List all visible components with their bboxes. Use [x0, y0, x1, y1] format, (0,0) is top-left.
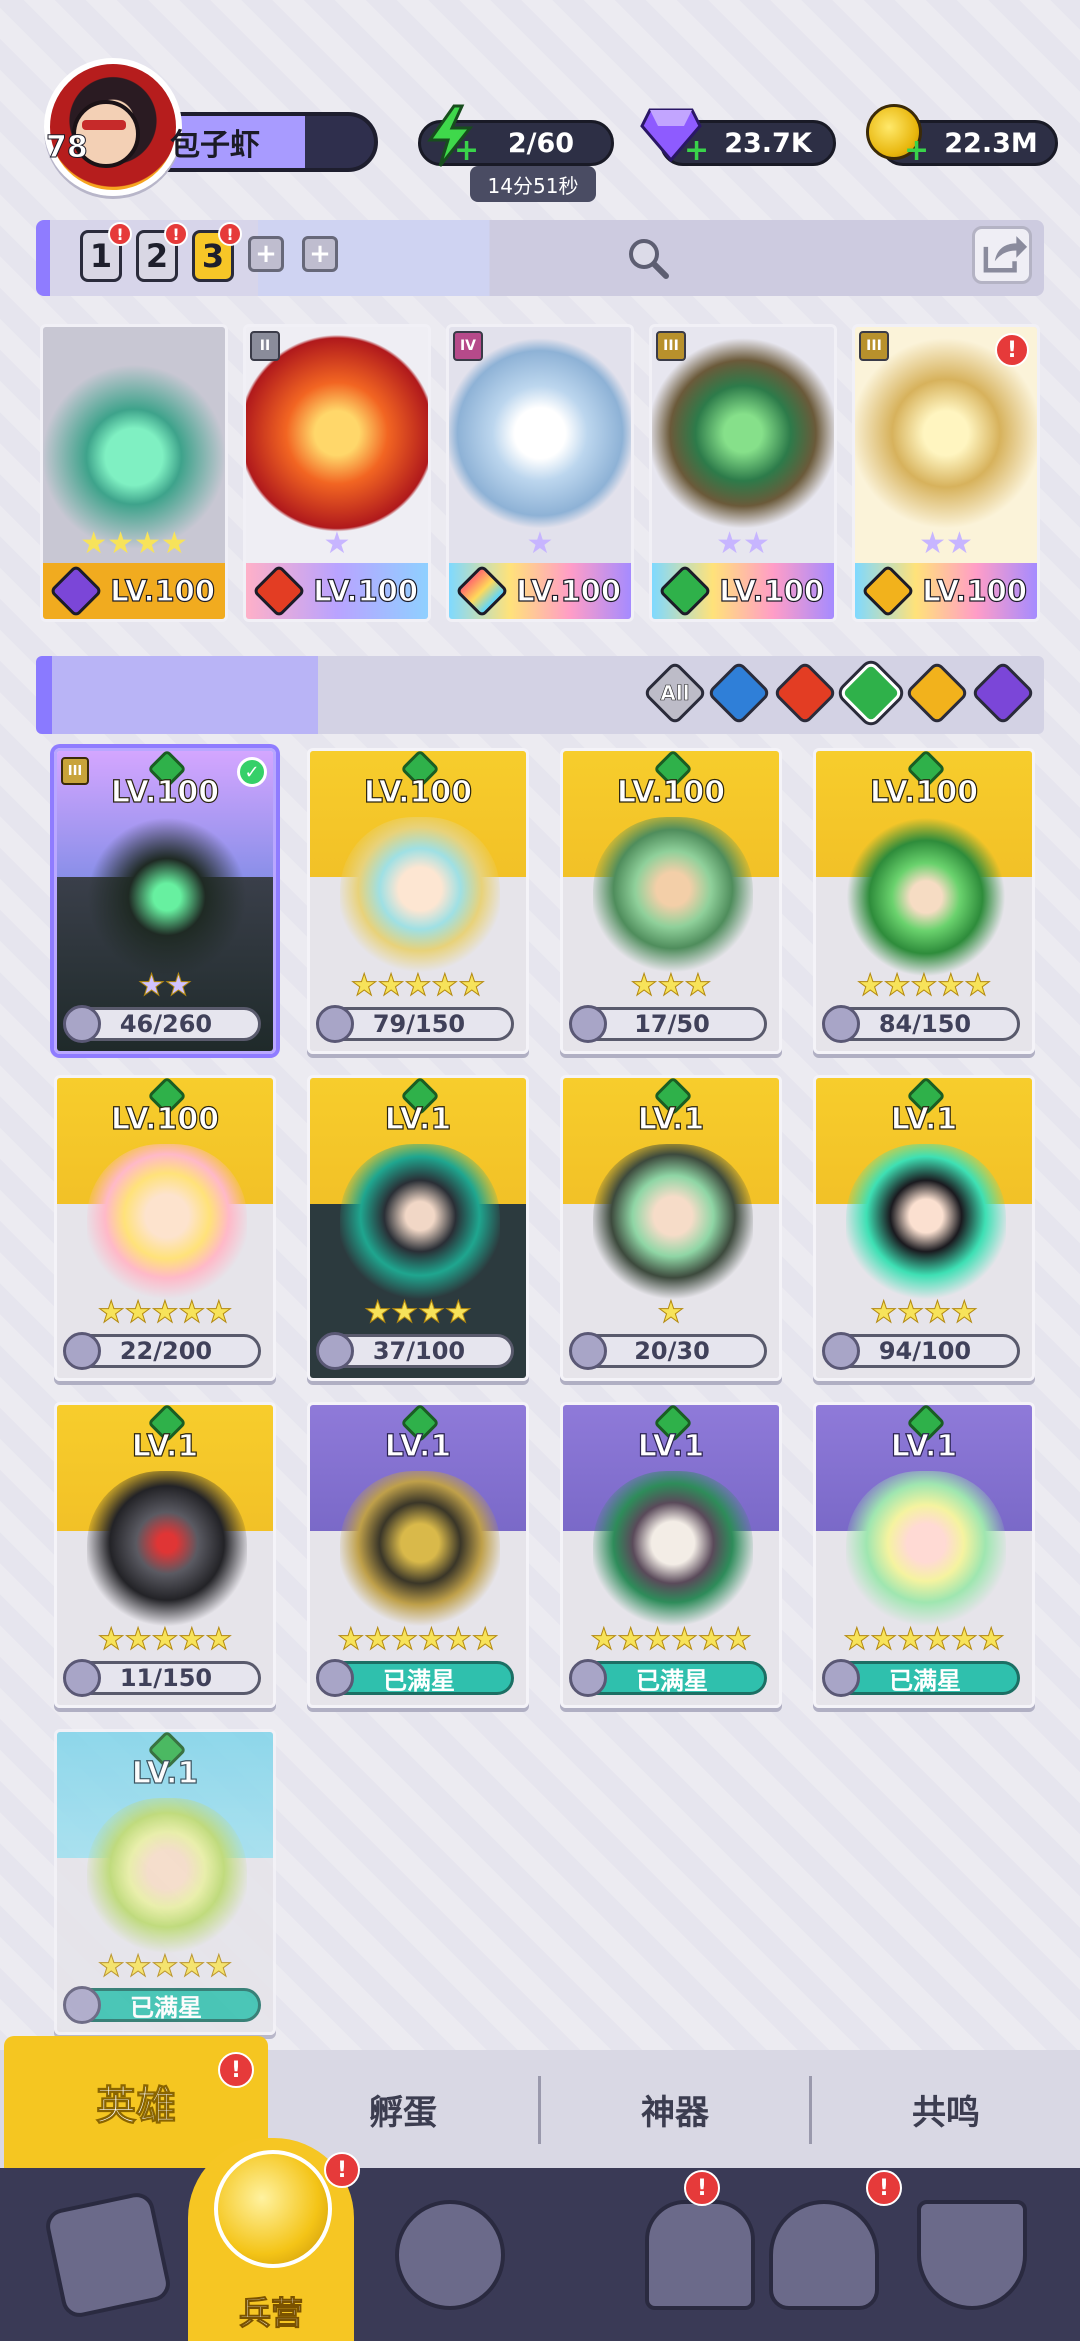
filter-all-label: All — [660, 681, 690, 706]
hero-card[interactable]: LV.100 ★★★ 17/50 — [560, 748, 782, 1054]
hero-level: LV.1 — [384, 1428, 452, 1464]
alert-badge-icon: ! — [108, 222, 132, 246]
shard-icon — [316, 1332, 354, 1370]
alert-badge-icon: ! — [684, 2170, 720, 2206]
shard-icon — [822, 1659, 860, 1697]
team-slot-4[interactable]: III ★★ LV.100 — [649, 324, 837, 622]
player-level: 78 — [46, 130, 89, 166]
tab-resonance[interactable]: 共鸣 — [812, 2050, 1080, 2168]
star-rating: ★★★★ — [80, 526, 188, 561]
alert-badge-icon: ! — [866, 2170, 902, 2206]
guild-icon — [769, 2199, 879, 2310]
star-rating: ★★★★★★ — [590, 1622, 752, 1658]
shard-icon — [316, 1659, 354, 1697]
hero-card[interactable]: III ✓ LV.100 ★★ 46/260 — [54, 748, 276, 1054]
map-icon — [395, 2199, 505, 2310]
hero-card[interactable]: LV.100 ★★★★★ 84/150 — [813, 748, 1035, 1054]
shard-icon — [63, 1659, 101, 1697]
nav-barracks-label: 兵营 — [238, 2294, 303, 2333]
star-rating: ★★★ — [630, 968, 712, 1004]
add-team-button[interactable]: + — [302, 236, 338, 272]
shard-icon — [822, 1332, 860, 1370]
cards-icon — [42, 2189, 174, 2320]
player-name: 包子虾 — [170, 128, 260, 163]
team-slot-3[interactable]: IV ★ LV.100 — [446, 324, 634, 622]
gem-value: 23.7K — [724, 127, 812, 159]
shard-icon — [63, 1332, 101, 1370]
search-icon[interactable] — [626, 236, 670, 280]
rank-badge: IV — [453, 331, 483, 361]
star-rating: ★★★★★ — [97, 1622, 233, 1658]
hero-level: LV.1 — [890, 1101, 958, 1137]
hero-card[interactable]: LV.100 ★★★★★ 79/150 — [307, 748, 529, 1054]
star-rating: ★★★★★★ — [843, 1622, 1005, 1658]
alert-badge-icon: ! — [218, 2052, 254, 2088]
star-rating: ★★ — [138, 968, 193, 1004]
energy-value: 2/60 — [507, 127, 575, 159]
share-icon[interactable] — [972, 226, 1032, 284]
shard-icon — [63, 1986, 101, 2024]
rank-badge: III — [859, 331, 889, 361]
team-slot-1[interactable]: ★★★★ LV.100 — [40, 324, 228, 622]
star-rating: ★★★★★ — [97, 1949, 233, 1985]
hero-level: LV.100 — [110, 774, 220, 810]
hero-card[interactable]: LV.100 ★★★★★ 22/200 — [54, 1075, 276, 1381]
hero-card[interactable]: LV.1 ★★★★★ 已满星 — [54, 1729, 276, 2035]
add-team-button[interactable]: + — [248, 236, 284, 272]
hero-card[interactable]: LV.1 ★★★★ 94/100 — [813, 1075, 1035, 1381]
energy-timer: 14分51秒 — [470, 166, 596, 202]
shard-icon — [63, 1005, 101, 1043]
star-rating: ★★ — [919, 526, 973, 561]
gem-add-icon[interactable]: + — [684, 136, 709, 166]
avatar-visor — [82, 120, 126, 130]
star-rating: ★ — [323, 526, 351, 561]
hero-level: LV.1 — [637, 1101, 705, 1137]
nav-cards[interactable] — [0, 2168, 216, 2341]
star-rating: ★★★★★ — [856, 968, 992, 1004]
hero-level: LV.1 — [637, 1428, 705, 1464]
hero-level: LV.100 — [363, 774, 473, 810]
alert-badge-icon: ! — [995, 333, 1029, 367]
energy-add-icon[interactable]: + — [454, 136, 479, 166]
shard-icon — [316, 1005, 354, 1043]
shard-icon — [569, 1659, 607, 1697]
alert-badge-icon: ! — [164, 222, 188, 246]
shard-icon — [569, 1005, 607, 1043]
coin-value: 22.3M — [944, 127, 1038, 159]
team-slot-2[interactable]: II ★ LV.100 — [243, 324, 431, 622]
hero-level: LV.100 — [616, 774, 726, 810]
hero-card[interactable]: LV.1 ★★★★★★ 已满星 — [307, 1402, 529, 1708]
banner-icon — [917, 2199, 1027, 2310]
star-rating: ★★★★ — [364, 1295, 473, 1331]
star-rating: ★★ — [716, 526, 770, 561]
hero-card[interactable]: LV.1 ★★★★ 37/100 — [307, 1075, 529, 1381]
coin-add-icon[interactable]: + — [904, 136, 929, 166]
alert-badge-icon: ! — [324, 2152, 360, 2188]
team-slot-5[interactable]: III ! ★★ LV.100 — [852, 324, 1040, 622]
hero-level: LV.1 — [384, 1101, 452, 1137]
shard-icon — [569, 1332, 607, 1370]
shard-icon — [822, 1005, 860, 1043]
nav-map[interactable] — [342, 2168, 558, 2341]
hero-level: LV.1 — [131, 1755, 199, 1791]
hero-level: LV.1 — [131, 1428, 199, 1464]
star-rating: ★★★★★ — [97, 1295, 233, 1331]
hero-level: LV.1 — [890, 1428, 958, 1464]
star-rating: ★★★★★★ — [337, 1622, 499, 1658]
star-rating: ★ — [657, 1295, 685, 1331]
rank-badge: III — [656, 331, 686, 361]
hero-card[interactable]: LV.1 ★★★★★★ 已满星 — [560, 1402, 782, 1708]
star-rating: ★★★★ — [870, 1295, 979, 1331]
alert-badge-icon: ! — [218, 222, 242, 246]
hero-card[interactable]: LV.1 ★★★★★ 11/150 — [54, 1402, 276, 1708]
rank-badge: II — [250, 331, 280, 361]
hero-card[interactable]: LV.1 ★★★★★★ 已满星 — [813, 1402, 1035, 1708]
barracks-icon — [214, 2150, 332, 2268]
star-rating: ★ — [526, 526, 554, 561]
hero-level: LV.100 — [110, 1101, 220, 1137]
hero-level: LV.100 — [869, 774, 979, 810]
hero-card[interactable]: LV.1 ★ 20/30 — [560, 1075, 782, 1381]
tab-artifacts[interactable]: 神器 — [541, 2050, 809, 2168]
star-rating: ★★★★★ — [350, 968, 486, 1004]
